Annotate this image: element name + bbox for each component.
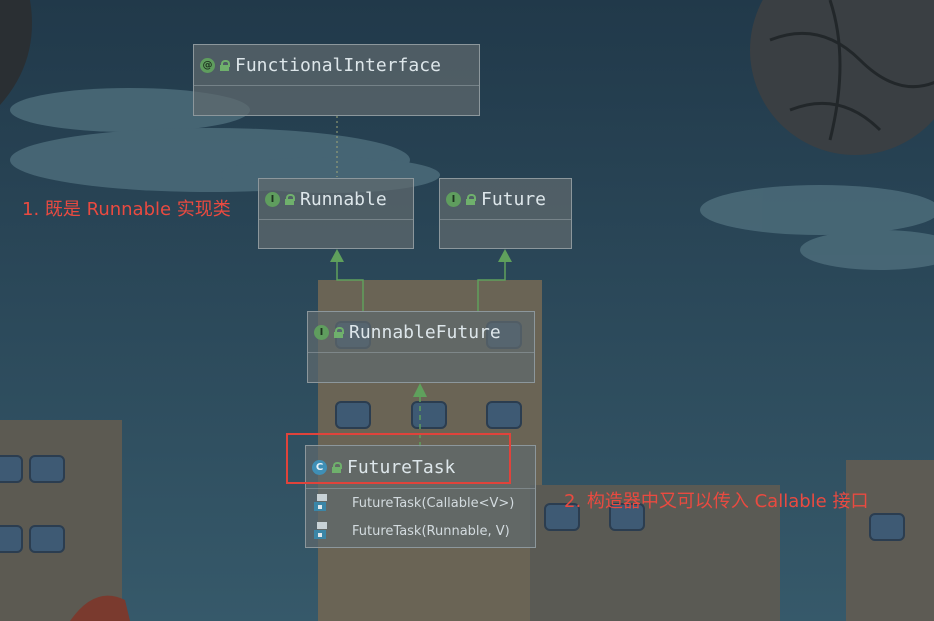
annotation-icon: @ [200,57,215,73]
lock-icon [285,193,295,205]
interface-icon: I [265,191,280,207]
annotation-note-2: 2. 构造器中又可以传入 Callable 接口 [564,491,869,512]
node-title: Runnable [300,188,387,210]
constructor-icon [314,494,330,512]
node-runnable[interactable]: I Runnable [258,178,414,249]
interface-icon: I [314,324,329,340]
node-title: Future [481,188,547,210]
node-functional-interface[interactable]: @ FunctionalInterface [193,44,480,116]
constructor-icon [314,522,330,540]
node-runnable-future[interactable]: I RunnableFuture [307,311,535,383]
constructor-item[interactable]: FutureTask(Runnable, V) [306,517,535,545]
highlight-box [286,433,511,484]
lock-icon [334,326,344,338]
constructor-signature: FutureTask(Callable<V>) [352,495,515,511]
node-future[interactable]: I Future [439,178,572,249]
interface-icon: I [446,191,461,207]
lock-icon [466,193,476,205]
lock-icon [220,59,230,71]
annotation-note-1: 1. 既是 Runnable 实现类 [22,199,231,220]
node-title: FunctionalInterface [235,54,441,76]
constructor-item[interactable]: FutureTask(Callable<V>) [306,489,535,517]
node-title: RunnableFuture [349,321,501,343]
constructor-signature: FutureTask(Runnable, V) [352,523,510,539]
